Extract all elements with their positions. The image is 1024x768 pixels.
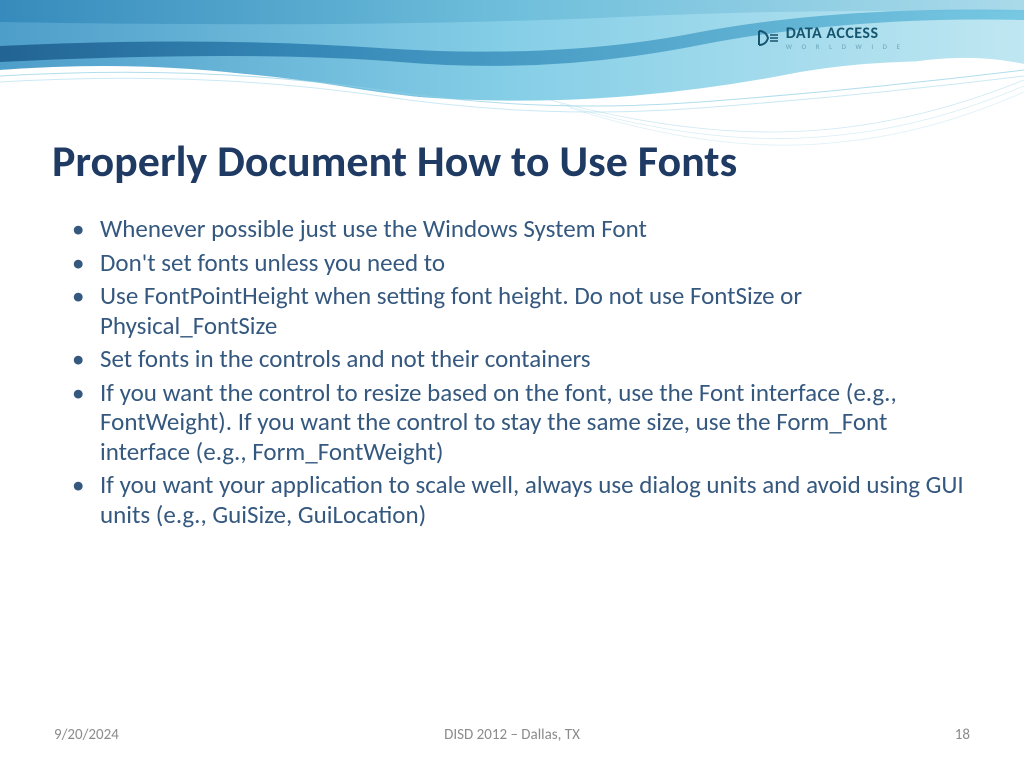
logo-sub-text: W O R L D W I D E: [786, 43, 904, 50]
brand-logo: DATA ACCESS W O R L D W I D E: [758, 26, 904, 50]
bullet-item: If you want the control to resize based …: [72, 378, 964, 467]
slide-title: Properly Document How to Use Fonts: [52, 134, 737, 188]
footer-page-number: 18: [955, 726, 970, 744]
bullet-list: Whenever possible just use the Windows S…: [72, 214, 964, 529]
slide-footer: 9/20/2024 DISD 2012 – Dallas, TX 18: [0, 726, 1024, 744]
slide-body: Whenever possible just use the Windows S…: [72, 214, 964, 533]
footer-event: DISD 2012 – Dallas, TX: [444, 726, 580, 744]
logo-main-text: DATA ACCESS: [786, 26, 904, 42]
footer-date: 9/20/2024: [54, 726, 119, 744]
bullet-item: Don't set fonts unless you need to: [72, 248, 964, 278]
bullet-item: If you want your application to scale we…: [72, 470, 964, 529]
bullet-item: Set fonts in the controls and not their …: [72, 344, 964, 374]
bullet-item: Whenever possible just use the Windows S…: [72, 214, 964, 244]
logo-icon: [758, 29, 780, 47]
bullet-item: Use FontPointHeight when setting font he…: [72, 281, 964, 340]
